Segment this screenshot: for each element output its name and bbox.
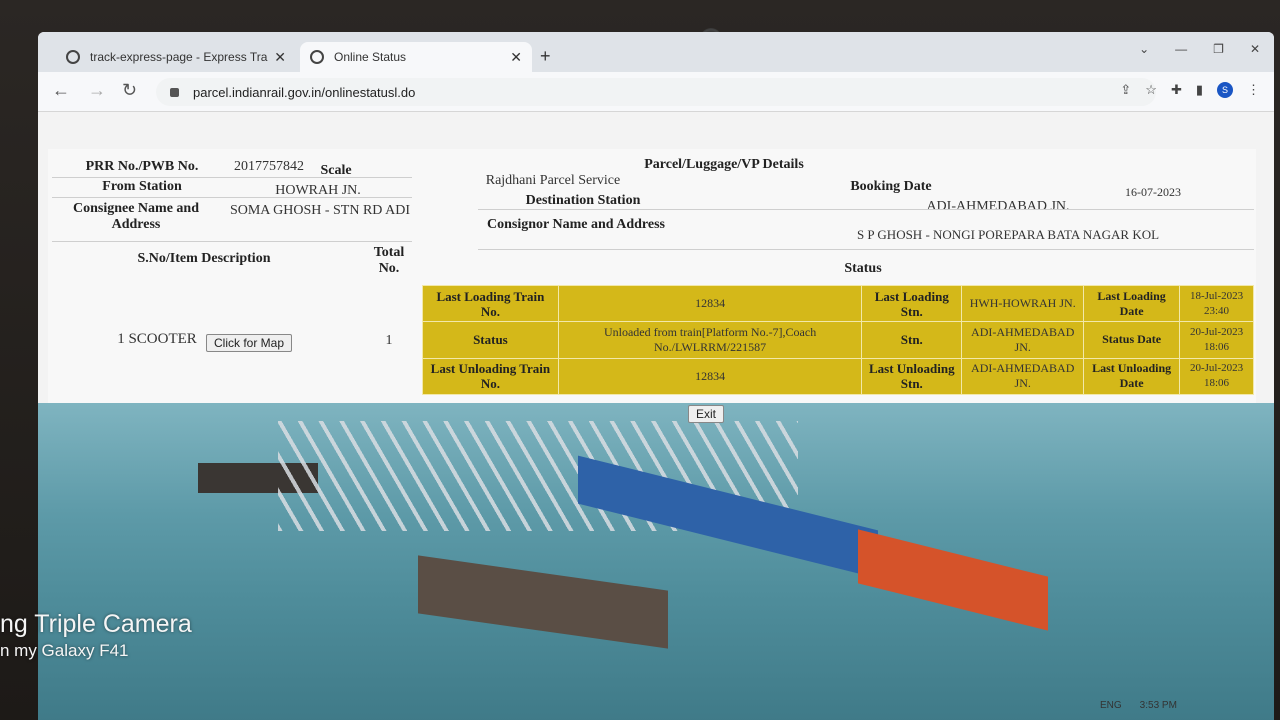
divider bbox=[478, 249, 1254, 250]
prr-label: PRR No./PWB No. bbox=[85, 159, 199, 174]
page-content: Parcel/Luggage/VP Details PRR No./PWB No… bbox=[38, 113, 1274, 720]
share-icon[interactable]: ⇪ bbox=[1120, 82, 1131, 98]
grid-cell-value: 12834 bbox=[557, 357, 863, 396]
total-value: 1 bbox=[385, 333, 393, 348]
avatar[interactable]: S bbox=[1217, 82, 1233, 98]
click-for-map-button[interactable]: Click for Map bbox=[206, 334, 293, 352]
close-icon[interactable]: ✕ bbox=[510, 49, 522, 66]
grid-cell-value: ADI-AHMEDABAD JN. bbox=[961, 321, 1085, 359]
locomotive-shape bbox=[858, 529, 1048, 631]
globe-icon bbox=[66, 50, 80, 64]
reload-icon[interactable]: ↻ bbox=[122, 80, 137, 101]
restore-button[interactable]: ❐ bbox=[1213, 42, 1224, 56]
background-photo-bridge bbox=[38, 403, 1274, 720]
grid-cell-label: Last Unloading Stn. bbox=[861, 357, 963, 396]
tab-search-button[interactable]: ⌄ bbox=[1139, 42, 1149, 56]
grid-cell-value: 12834 bbox=[557, 284, 863, 323]
item-value: 1 SCOOTER bbox=[117, 331, 197, 347]
divider bbox=[52, 177, 412, 178]
grid-cell-label: Last Loading Train No. bbox=[422, 284, 559, 323]
back-arrow-icon[interactable]: ← bbox=[52, 80, 70, 101]
grid-cell-value: 18-Jul-2023 23:40 bbox=[1179, 284, 1254, 323]
grid-cell-value: 20-Jul-2023 18:06 bbox=[1179, 357, 1254, 396]
grid-cell-label: Last Loading Stn. bbox=[861, 284, 963, 323]
grid-cell-value: HWH-HOWRAH JN. bbox=[961, 284, 1085, 323]
table-row: Status Unloaded from train[Platform No.-… bbox=[422, 321, 1254, 359]
extensions-icon[interactable]: ✚ bbox=[1171, 82, 1182, 98]
status-grid: Last Loading Train No. 12834 Last Loadin… bbox=[422, 284, 1254, 396]
exit-button[interactable]: Exit bbox=[688, 405, 725, 423]
url-field[interactable]: parcel.indianrail.gov.in/onlinestatusl.d… bbox=[156, 78, 1156, 106]
service-value: Rajdhani Parcel Service bbox=[485, 173, 621, 188]
watermark-line1: ng Triple Camera bbox=[0, 610, 192, 638]
booking-date-label: Booking Date bbox=[850, 179, 932, 194]
grid-cell-label: Last Loading Date bbox=[1083, 284, 1181, 323]
tab-label: Online Status bbox=[334, 50, 407, 64]
minimize-button[interactable]: — bbox=[1175, 42, 1187, 56]
taskbar-tray: ENG 3:53 PM bbox=[1100, 700, 1177, 711]
destination-value: ADI-AHMEDABAD JN. bbox=[926, 199, 1070, 214]
forward-arrow-icon[interactable]: → bbox=[88, 80, 106, 101]
consignor-value: S P GHOSH - NONGI POREPARA BATA NAGAR KO… bbox=[856, 227, 1160, 242]
clock[interactable]: 3:53 PM bbox=[1140, 700, 1177, 711]
camera-watermark: ng Triple Camera n my Galaxy F41 bbox=[0, 610, 192, 661]
toolbar-icons: ⇪ ☆ ✚ ▮ S ⋮ bbox=[1120, 82, 1260, 98]
consignee-label: Consignee Name and Address bbox=[72, 201, 199, 232]
grid-cell-label: Last Unloading Date bbox=[1083, 357, 1181, 396]
lock-icon bbox=[170, 87, 179, 97]
tab-track-express[interactable]: track-express-page - Express Tra ✕ bbox=[56, 42, 296, 72]
tab-online-status[interactable]: Online Status ✕ bbox=[300, 42, 532, 72]
url-text: parcel.indianrail.gov.in/onlinestatusl.d… bbox=[193, 84, 416, 100]
total-no-label: Total No. bbox=[373, 245, 405, 276]
table-row: Last Unloading Train No. 12834 Last Unlo… bbox=[422, 357, 1254, 396]
divider bbox=[52, 197, 412, 198]
watermark-line2: n my Galaxy F41 bbox=[0, 641, 129, 660]
consignee-value: SOMA GHOSH - STN RD ADI bbox=[229, 203, 411, 218]
details-heading: Parcel/Luggage/VP Details bbox=[644, 157, 804, 172]
language-indicator[interactable]: ENG bbox=[1100, 700, 1122, 711]
status-label: Status bbox=[844, 261, 882, 276]
grid-cell-label: Stn. bbox=[861, 321, 963, 359]
barge-shape bbox=[418, 555, 668, 649]
grid-cell-value: ADI-AHMEDABAD JN. bbox=[961, 357, 1085, 396]
menu-kebab-icon[interactable]: ⋮ bbox=[1247, 82, 1260, 98]
divider bbox=[52, 241, 412, 242]
window-controls: ⌄ — ❐ ✕ bbox=[1139, 42, 1260, 56]
address-bar: ← → ↻ parcel.indianrail.gov.in/onlinesta… bbox=[38, 72, 1274, 112]
grid-cell-value: 20-Jul-2023 18:06 bbox=[1179, 321, 1254, 359]
item-desc-label: S.No/Item Description bbox=[137, 251, 271, 266]
sidepanel-icon[interactable]: ▮ bbox=[1196, 82, 1203, 98]
consignor-label: Consignor Name and Address bbox=[486, 217, 666, 232]
grid-cell-label: Last Unloading Train No. bbox=[422, 357, 559, 396]
booking-date-value: 16-07-2023 bbox=[1125, 185, 1181, 199]
globe-icon bbox=[310, 50, 324, 64]
destination-label: Destination Station bbox=[525, 193, 641, 208]
table-row: Last Loading Train No. 12834 Last Loadin… bbox=[422, 284, 1254, 323]
grid-cell-value: Unloaded from train[Platform No.-7],Coac… bbox=[557, 321, 863, 359]
new-tab-button[interactable]: + bbox=[540, 46, 551, 67]
camera-photo-frame: track-express-page - Express Tra ✕ Onlin… bbox=[0, 0, 1280, 720]
window-close-button[interactable]: ✕ bbox=[1250, 42, 1260, 56]
bookmark-star-icon[interactable]: ☆ bbox=[1145, 82, 1157, 98]
divider bbox=[478, 209, 1254, 210]
grid-cell-label: Status Date bbox=[1083, 321, 1181, 359]
laptop-screen: track-express-page - Express Tra ✕ Onlin… bbox=[38, 32, 1274, 720]
grid-cell-label: Status bbox=[422, 321, 559, 359]
tab-bar: track-express-page - Express Tra ✕ Onlin… bbox=[38, 32, 1274, 72]
tab-label: track-express-page - Express Tra bbox=[90, 50, 268, 64]
close-icon[interactable]: ✕ bbox=[274, 49, 286, 66]
prr-value: 2017757842 bbox=[234, 159, 304, 174]
from-station-label: From Station bbox=[102, 179, 182, 194]
